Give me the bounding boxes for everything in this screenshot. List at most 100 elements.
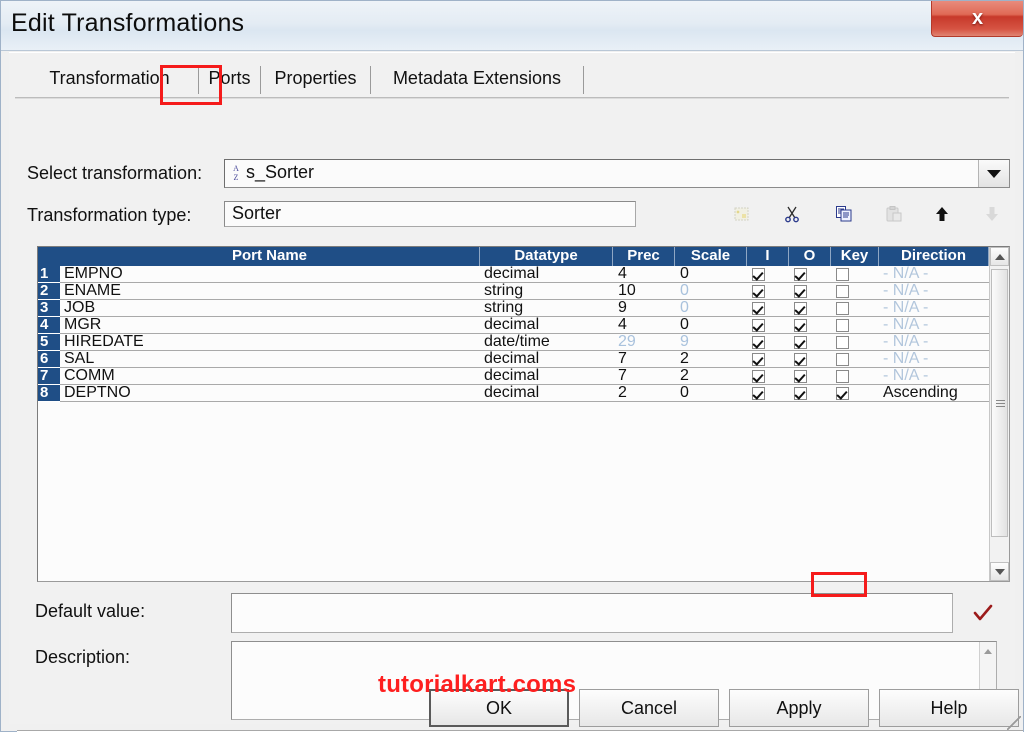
- cell-datatype[interactable]: decimal: [484, 385, 612, 402]
- cell-datatype[interactable]: date/time: [484, 334, 612, 351]
- column-header-key[interactable]: Key: [831, 247, 879, 266]
- cell-port-name[interactable]: ENAME: [64, 283, 478, 300]
- tab-metadata-extensions[interactable]: Metadata Extensions: [371, 66, 584, 94]
- cell-port-name[interactable]: COMM: [64, 368, 478, 385]
- checkbox-input-port[interactable]: [752, 268, 765, 281]
- checkbox-key-port[interactable]: [836, 387, 849, 400]
- cell-prec[interactable]: 2: [618, 385, 674, 402]
- row-number[interactable]: 3: [38, 300, 60, 317]
- cell-scale[interactable]: 0: [680, 283, 746, 300]
- cell-port-name[interactable]: EMPNO: [64, 266, 478, 283]
- table-row[interactable]: 8 DEPTNO decimal 2 0 Ascending: [38, 385, 989, 402]
- cell-port-name[interactable]: DEPTNO: [64, 385, 478, 402]
- cell-scale[interactable]: 9: [680, 334, 746, 351]
- cell-scale[interactable]: 0: [680, 266, 746, 283]
- select-transformation-combo[interactable]: AZ s_Sorter: [224, 159, 1010, 188]
- checkbox-key-port[interactable]: [836, 285, 849, 298]
- chevron-down-icon[interactable]: [978, 160, 1009, 187]
- tab-ports[interactable]: Ports: [199, 66, 261, 94]
- cell-prec[interactable]: 4: [618, 266, 674, 283]
- table-row[interactable]: 3 JOB string 9 0 - N/A -: [38, 300, 989, 317]
- row-number[interactable]: 7: [38, 368, 60, 385]
- row-number[interactable]: 2: [38, 283, 60, 300]
- resize-grip-icon[interactable]: [1007, 716, 1021, 730]
- checkbox-input-port[interactable]: [752, 285, 765, 298]
- column-header-datatype[interactable]: Datatype: [480, 247, 613, 266]
- checkbox-input-port[interactable]: [752, 302, 765, 315]
- scroll-up-button[interactable]: [990, 247, 1009, 266]
- column-header-prec[interactable]: Prec: [613, 247, 675, 266]
- checkbox-output-port[interactable]: [794, 353, 807, 366]
- cell-prec[interactable]: 7: [618, 368, 674, 385]
- ports-grid[interactable]: Port Name Datatype Prec Scale I O Key Direction…: [37, 246, 1010, 698]
- cell-port-name[interactable]: JOB: [64, 300, 478, 317]
- cell-datatype[interactable]: string: [484, 300, 612, 317]
- tab-transformation[interactable]: Transformation: [21, 66, 199, 94]
- checkbox-output-port[interactable]: [794, 302, 807, 315]
- table-row[interactable]: 4 MGR decimal 4 0- N/A -: [38, 317, 989, 334]
- apply-button[interactable]: Apply: [729, 689, 869, 727]
- column-header-i[interactable]: I: [747, 247, 789, 266]
- column-header-o[interactable]: O: [789, 247, 831, 266]
- table-row[interactable]: 5 HIREDATE date/time 29 9 - N/A -: [38, 334, 989, 351]
- cut-icon[interactable]: [777, 199, 807, 229]
- cell-direction[interactable]: - N/A -: [883, 283, 989, 300]
- checkbox-input-port[interactable]: [752, 336, 765, 349]
- checkbox-input-port[interactable]: [752, 319, 765, 332]
- scroll-down-button[interactable]: [990, 562, 1009, 581]
- checkbox-key-port[interactable]: [836, 353, 849, 366]
- cell-direction[interactable]: - N/A -: [883, 368, 989, 385]
- cell-prec[interactable]: 10: [618, 283, 674, 300]
- cell-port-name[interactable]: HIREDATE: [64, 334, 478, 351]
- row-number[interactable]: 6: [38, 351, 60, 368]
- checkbox-key-port[interactable]: [836, 302, 849, 315]
- cell-prec[interactable]: 29: [618, 334, 674, 351]
- checkbox-output-port[interactable]: [794, 268, 807, 281]
- checkbox-input-port[interactable]: [752, 370, 765, 383]
- table-row[interactable]: 6 SAL decimal 7 2 - N/A -: [38, 351, 989, 368]
- ports-grid-scrollbar[interactable]: [989, 247, 1009, 581]
- default-value-input[interactable]: [231, 593, 953, 633]
- scrollbar-thumb[interactable]: [991, 269, 1008, 537]
- checkbox-key-port[interactable]: [836, 319, 849, 332]
- description-scroll-up-button[interactable]: [980, 643, 996, 659]
- cell-scale[interactable]: 0: [680, 300, 746, 317]
- table-row[interactable]: 2 ENAME string 10 0 - N/A -: [38, 283, 989, 300]
- help-button[interactable]: Help: [879, 689, 1019, 727]
- cell-datatype[interactable]: decimal: [484, 351, 612, 368]
- cell-port-name[interactable]: MGR: [64, 317, 478, 334]
- column-header-direction[interactable]: Direction: [879, 247, 989, 266]
- cell-datatype[interactable]: decimal: [484, 317, 612, 334]
- cancel-button[interactable]: Cancel: [579, 689, 719, 727]
- checkbox-key-port[interactable]: [836, 268, 849, 281]
- checkbox-input-port[interactable]: [752, 353, 765, 366]
- tab-properties[interactable]: Properties: [261, 66, 371, 94]
- checkbox-output-port[interactable]: [794, 336, 807, 349]
- column-header-port-name[interactable]: Port Name: [60, 247, 480, 266]
- cell-datatype[interactable]: decimal: [484, 368, 612, 385]
- cell-prec[interactable]: 9: [618, 300, 674, 317]
- cell-direction[interactable]: Ascending: [883, 385, 989, 402]
- cell-direction[interactable]: - N/A -: [883, 317, 989, 334]
- checkbox-output-port[interactable]: [794, 285, 807, 298]
- table-row[interactable]: 7 COMM decimal 7 2- N/A -: [38, 368, 989, 385]
- cell-datatype[interactable]: string: [484, 283, 612, 300]
- row-number[interactable]: 5: [38, 334, 60, 351]
- cell-prec[interactable]: 4: [618, 317, 674, 334]
- cell-port-name[interactable]: SAL: [64, 351, 478, 368]
- cell-datatype[interactable]: decimal: [484, 266, 612, 283]
- cell-direction[interactable]: - N/A -: [883, 334, 989, 351]
- row-number[interactable]: 8: [38, 385, 60, 402]
- cell-scale[interactable]: 2: [680, 368, 746, 385]
- ports-grid-body[interactable]: 1 EMPNO decimal 4 0- N/A -2 ENAME string 10 0- N…: [38, 266, 989, 581]
- close-button[interactable]: x: [931, 1, 1023, 37]
- cell-prec[interactable]: 7: [618, 351, 674, 368]
- row-number[interactable]: 1: [38, 266, 60, 283]
- copy-icon[interactable]: [829, 199, 859, 229]
- cell-scale[interactable]: 0: [680, 317, 746, 334]
- checkbox-key-port[interactable]: [836, 336, 849, 349]
- row-number[interactable]: 4: [38, 317, 60, 334]
- cell-scale[interactable]: 2: [680, 351, 746, 368]
- cell-direction[interactable]: - N/A -: [883, 300, 989, 317]
- checkbox-input-port[interactable]: [752, 387, 765, 400]
